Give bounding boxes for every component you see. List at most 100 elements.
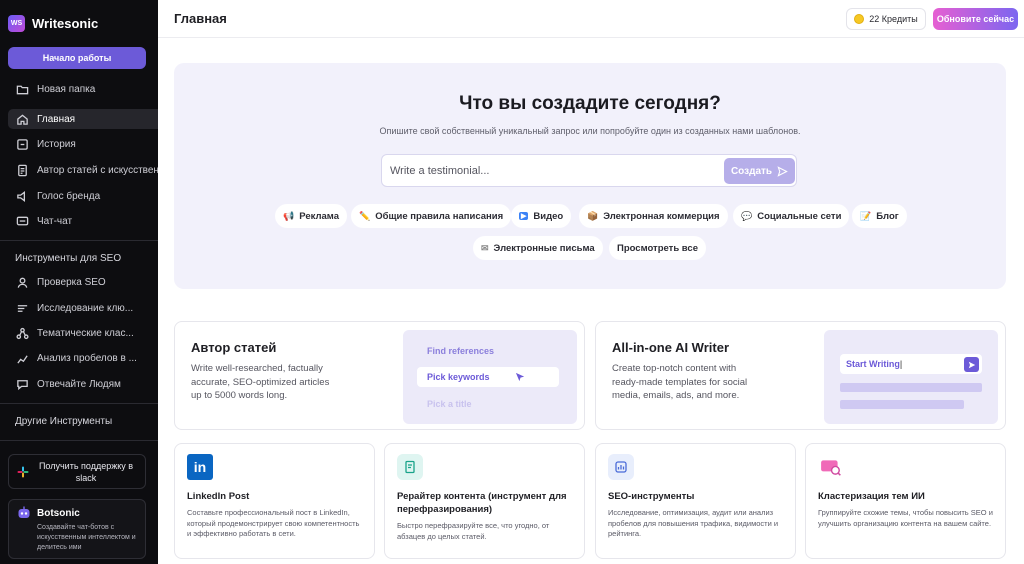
sidebar-item-answer-people[interactable]: Отвечайте Людям [8,374,158,394]
sidebar-item-label: Анализ пробелов в ... [37,352,137,364]
sidebar-item-label: Исследование клю... [37,302,134,314]
send-icon [777,165,788,177]
sidebar-item-history[interactable]: История [8,134,158,154]
sidebar-item-chat[interactable]: Чат-чат [8,211,158,231]
botsonic-name: Botsonic [37,507,80,519]
sidebar-item-keyword-research[interactable]: Исследование клю... [8,298,158,318]
feature-title: All-in-one AI Writer [612,340,729,355]
tool-title: LinkedIn Post [187,491,250,502]
tool-card-topic-clustering[interactable]: Кластеризация тем ИИ Группируйте схожие … [805,443,1006,559]
sidebar-item-label: Автор статей с искусственным интеллектом [37,164,158,176]
feature-card-ai-writer[interactable]: All-in-one AI Writer Create top-notch co… [595,321,1006,430]
create-button[interactable]: Создать [724,158,795,184]
package-icon: 📦 [587,210,599,221]
play-icon: ▶ [519,212,529,220]
feature-card-article-writer[interactable]: Автор статей Write well-researched, fact… [174,321,585,430]
mock-start-writing-label: Start Writing [846,359,900,369]
credits-label: 22 Кредиты [869,14,918,24]
chip-label: Общие правила написания [375,210,504,222]
other-tools-label[interactable]: Другие Инструменты [15,416,112,427]
answer-icon [16,378,29,391]
tool-description: Исследование, оптимизация, аудит или ана… [608,508,779,538]
seo-tools-icon [608,454,634,480]
chip-ecommerce[interactable]: 📦 Электронная коммерция [579,204,728,228]
sidebar-item-new-folder[interactable]: Новая папка [8,79,158,99]
sidebar-divider [0,403,158,404]
mock-line [840,400,964,409]
speech-bubble-icon: 💬 [741,210,753,221]
chip-label: Видео [533,210,564,222]
hero-subtitle: Опишите свой собственный уникальный запр… [379,126,801,136]
keyword-icon [16,302,29,315]
create-button-label: Создать [730,165,773,177]
mock-line [840,383,982,392]
sidebar-item-label: Проверка SEO [37,276,106,288]
cluster-topics-icon [818,454,844,480]
tool-card-linkedin[interactable]: in LinkedIn Post Составьте профессиональ… [174,443,375,559]
botsonic-card[interactable]: Botsonic Создавайте чат-ботов с искусств… [8,499,146,559]
support-label: Получить поддержку в slack [38,460,134,483]
home-icon [16,113,29,126]
tool-card-seo-tools[interactable]: SEO-инструменты Исследование, оптимизаци… [595,443,796,559]
start-button[interactable]: Начало работы [8,47,146,69]
envelope-icon: ✉ [481,242,489,253]
credits-badge[interactable]: 22 Кредиты [846,8,926,30]
chip-writing-rules[interactable]: ✏️ Общие правила написания [351,204,512,228]
chip-view-all[interactable]: Просмотреть все [609,236,706,260]
feature-title: Автор статей [191,340,277,355]
brand-voice-icon [16,190,29,203]
hero-title: Что вы создадите сегодня? [459,93,721,114]
sidebar-divider [0,240,158,241]
tool-description: Составьте профессиональный пост в Linked… [187,508,360,538]
feature-description: Create top-notch content with ready-made… [612,363,748,401]
slack-icon [17,466,29,478]
seo-section-label: Инструменты для SEO [15,253,122,264]
hero-panel: Что вы создадите сегодня? Опишите свой с… [174,63,1006,289]
upgrade-button[interactable]: Обновите сейчас [933,8,1018,30]
sidebar-item-seo-check[interactable]: Проверка SEO [8,272,158,292]
sidebar-item-label: Новая папка [37,83,96,95]
prompt-input[interactable] [390,165,710,177]
sidebar-item-label: Голос бренда [37,190,101,202]
tool-description: Быстро перефразируйте все, что угодно, о… [397,521,550,541]
chip-emails[interactable]: ✉ Электронные письма [473,236,603,260]
app-root: WS Writesonic Начало работы Новая папка … [0,0,1024,564]
chip-label: Электронные письма [493,242,595,254]
sidebar-item-label: Тематические клас... [37,327,134,339]
chip-label: Электронная коммерция [603,210,720,222]
feature-description: Write well-researched, factually accurat… [191,363,330,401]
sidebar-item-article-writer[interactable]: Автор статей с искусственным интеллектом [8,160,158,180]
sidebar-divider [0,440,158,441]
chip-ads[interactable]: 📢 Реклама [275,204,347,228]
megaphone-icon: 📢 [283,210,295,221]
chip-blog[interactable]: 📝 Блог [852,204,907,228]
tool-card-rewriter[interactable]: Рерайтер контента (инструмент для перефр… [384,443,585,559]
sidebar-item-home[interactable]: Главная [8,109,158,129]
sidebar-item-topic-clusters[interactable]: Тематические клас... [8,323,158,343]
history-icon [16,138,29,151]
sidebar-item-brand-voice[interactable]: Голос бренда [8,186,158,206]
coin-icon [854,14,865,24]
linkedin-icon: in [187,454,213,480]
sidebar: WS Writesonic Начало работы Новая папка … [0,0,158,564]
chip-video[interactable]: ▶ Видео [511,204,572,228]
brand-name: Writesonic [32,15,99,31]
chip-social-media[interactable]: 💬 Социальные сети [733,204,850,228]
sidebar-item-gap-analysis[interactable]: Анализ пробелов в ... [8,348,158,368]
tool-description: Группируйте схожие темы, чтобы повысить … [818,508,993,528]
sidebar-item-label: Чат-чат [37,215,73,227]
tool-title: Кластеризация тем ИИ [818,491,925,502]
sidebar-item-label: Отвечайте Людям [37,378,121,390]
writesonic-logo-icon: WS [8,14,25,32]
tool-title: SEO-инструменты [608,491,695,502]
document-icon [16,164,29,177]
cursor-icon [515,370,526,388]
page-title: Главная [174,11,227,26]
sidebar-item-label: Главная [37,113,76,125]
mock-start-writing: Start Writing | [840,354,982,374]
chip-label: Реклама [299,210,339,222]
mock-send-icon [964,357,979,372]
slack-support-button[interactable]: Получить поддержку в slack [8,454,146,489]
brand[interactable]: WS Writesonic [8,13,98,33]
article-writer-preview: Find references Pick keywords Pick a tit… [403,330,577,424]
